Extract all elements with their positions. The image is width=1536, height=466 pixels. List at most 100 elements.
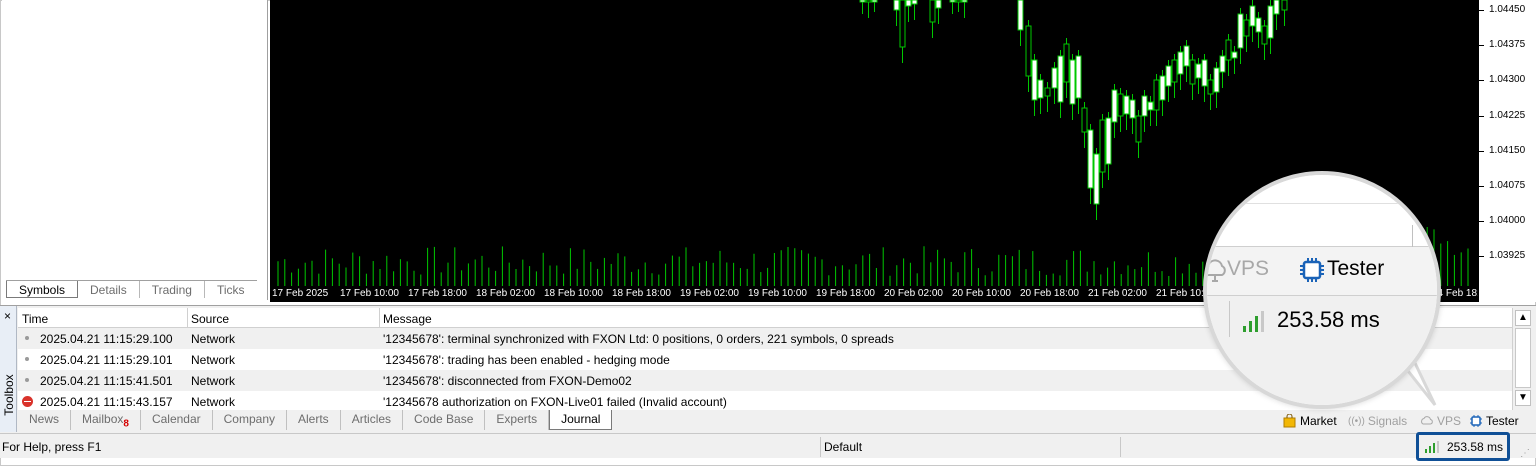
time-tick-label: 20 Feb 02:00: [884, 288, 943, 299]
candle-body: [1273, 0, 1280, 15]
info-dot-icon: [25, 336, 29, 340]
info-dot-icon: [25, 357, 29, 361]
signal-bars-icon: [1243, 311, 1264, 332]
tab-news[interactable]: News: [18, 410, 72, 430]
ping-value: 253.58 ms: [1447, 440, 1504, 454]
status-bar: For Help, press F1 Default 253.58 ms: [0, 432, 1536, 461]
connection-status[interactable]: 253.58 ms: [1416, 432, 1510, 461]
candle-body: [955, 0, 962, 3]
signal-broadcast-icon: ((•)): [1348, 415, 1365, 427]
candle-body: [1117, 93, 1124, 117]
toolbox-sidebar: × Toolbox: [0, 306, 17, 432]
tab-company[interactable]: Company: [213, 410, 287, 430]
candle-body: [911, 0, 918, 5]
time-tick-label: 19 Feb 18:00: [816, 288, 875, 299]
tab-experts[interactable]: Experts: [485, 410, 550, 430]
price-tick: [1479, 150, 1484, 152]
price-tick: [1479, 80, 1484, 82]
candle-body: [1219, 55, 1226, 73]
tab-label: Articles: [351, 412, 392, 426]
time-tick-label: 20 Feb 18:00: [1020, 288, 1079, 299]
journal-scrollbar[interactable]: ▲ ▼: [1512, 308, 1532, 410]
time-tick-label: 17 Feb 18:00: [408, 288, 467, 299]
candle-body: [1159, 75, 1166, 101]
candle-body: [1123, 95, 1130, 115]
tab-symbols[interactable]: Symbols: [6, 281, 79, 298]
price-tick-label: 1.03925: [1489, 250, 1526, 262]
profile-name: Default: [824, 440, 863, 454]
candle-body: [929, 0, 936, 23]
magnified-tester-label: Tester: [1327, 257, 1385, 280]
tab-calendar[interactable]: Calendar: [141, 410, 213, 430]
candle-body: [1081, 107, 1088, 133]
time-tick-label: 17 Feb 2025: [272, 288, 329, 299]
candle-body: [1051, 67, 1058, 89]
mailbox-badge: 8: [123, 418, 129, 430]
price-tick: [1479, 10, 1484, 11]
column-source[interactable]: Source: [191, 312, 229, 326]
candle-body: [949, 0, 956, 3]
tab-articles[interactable]: Articles: [341, 410, 404, 430]
candle-body: [1225, 39, 1232, 61]
row-source: Network: [191, 353, 236, 367]
candle-body: [1207, 79, 1214, 95]
magnified-vps-label: VPS: [1227, 257, 1270, 280]
candle-body: [1031, 59, 1038, 101]
scroll-down-icon[interactable]: ▼: [1515, 390, 1531, 406]
column-time[interactable]: Time: [22, 312, 48, 326]
toolbox-label: Toolbox: [2, 374, 16, 416]
cpu-chip-icon: [1300, 258, 1324, 282]
vps-button[interactable]: VPS: [1420, 413, 1461, 429]
resize-grip-icon[interactable]: ⋰: [1520, 448, 1530, 459]
tab-label: News: [29, 412, 60, 426]
column-message[interactable]: Message: [383, 312, 432, 326]
row-source: Network: [191, 374, 236, 388]
tab-label: Mailbox: [82, 412, 124, 426]
candle-body: [893, 0, 900, 11]
candle-body: [1037, 79, 1044, 99]
tester-button[interactable]: Tester: [1469, 413, 1519, 429]
tab-label: Alerts: [298, 412, 329, 426]
scroll-thumb[interactable]: [1515, 328, 1531, 388]
market-label: Market: [1300, 414, 1337, 428]
candle-body: [1017, 0, 1024, 31]
tab-details[interactable]: Details: [78, 281, 140, 298]
candle-body: [1069, 59, 1076, 105]
row-time: 2025.04.21 11:15:29.101: [40, 353, 173, 367]
price-axis: 1.04450 1.04375 1.04300 1.04225 1.04150 1.040…: [1478, 0, 1536, 302]
time-tick-label: 19 Feb 10:00: [748, 288, 807, 299]
tab-code-base[interactable]: Code Base: [403, 410, 486, 430]
help-text: For Help, press F1: [2, 440, 102, 454]
candle-body: [1147, 101, 1154, 111]
candle-body: [899, 0, 906, 48]
toolbox-tabs: News Mailbox8 Calendar Company Alerts Ar…: [18, 410, 613, 430]
time-tick-label: 17 Feb 10:00: [340, 288, 399, 299]
signals-button[interactable]: ((•)) Signals: [1348, 413, 1407, 429]
candle-body: [1213, 67, 1220, 93]
candle-body: [1249, 5, 1256, 27]
tab-trading[interactable]: Trading: [140, 281, 205, 298]
time-tick-label: 20 Feb 10:00: [952, 288, 1011, 299]
time-tick-label: 18 Feb 02:00: [476, 288, 535, 299]
row-message: '12345678': terminal synchronized with F…: [383, 332, 894, 346]
close-icon[interactable]: ×: [4, 309, 11, 323]
tab-mailbox[interactable]: Mailbox8: [71, 410, 141, 430]
candle-body: [1177, 51, 1184, 75]
row-time: 2025.04.21 11:15:41.501: [40, 374, 173, 388]
candle-body: [1261, 25, 1268, 45]
tab-ticks[interactable]: Ticks: [205, 281, 257, 298]
candle-body: [1087, 129, 1094, 189]
price-tick-label: 1.04225: [1489, 109, 1526, 121]
tab-alerts[interactable]: Alerts: [287, 410, 341, 430]
candle-body: [1189, 59, 1196, 85]
scroll-up-icon[interactable]: ▲: [1515, 310, 1531, 326]
price-tick: [1479, 186, 1484, 187]
tab-label: Journal: [561, 412, 601, 426]
candle-body: [1025, 25, 1032, 77]
tab-journal[interactable]: Journal: [549, 410, 613, 430]
candle-body: [859, 0, 866, 3]
magnifier-callout: VPS Tester 253.58 ms: [1203, 171, 1441, 409]
cpu-chip-icon: [1470, 415, 1482, 427]
market-button[interactable]: Market: [1283, 413, 1337, 429]
candle-body: [935, 0, 942, 9]
